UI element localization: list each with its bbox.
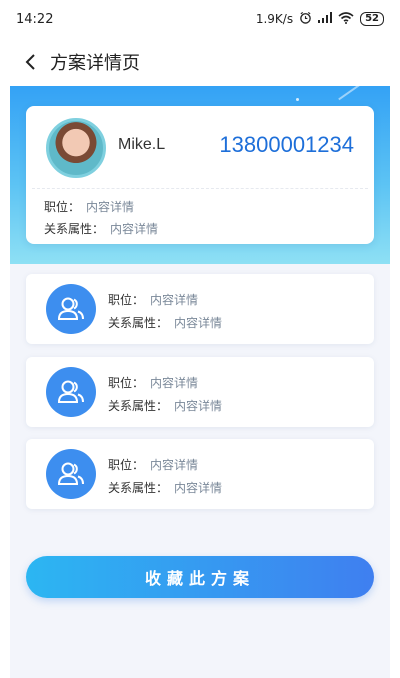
- profile-relation: 关系属性： 内容详情: [44, 220, 158, 237]
- users-icon: [46, 367, 96, 417]
- position-value: 内容详情: [150, 293, 199, 307]
- decorative-dot: [296, 98, 299, 101]
- relation-label: 关系属性：: [108, 399, 169, 413]
- member-card[interactable]: 职位： 内容详情 关系属性： 内容详情: [26, 274, 374, 344]
- position-label: 职位：: [108, 293, 145, 307]
- divider: [32, 188, 368, 189]
- battery-indicator: 52: [360, 12, 384, 26]
- position-value: 内容详情: [150, 458, 199, 472]
- user-name: Mike.L: [118, 136, 166, 153]
- avatar: [46, 118, 106, 178]
- relation-value: 内容详情: [174, 399, 223, 413]
- relation-label: 关系属性：: [108, 481, 169, 495]
- profile-position: 职位： 内容详情: [44, 198, 134, 215]
- profile-card: Mike.L 13800001234 职位： 内容详情 关系属性： 内容详情: [26, 106, 374, 244]
- position-label: 职位：: [108, 376, 145, 390]
- member-card[interactable]: 职位： 内容详情 关系属性： 内容详情: [26, 439, 374, 509]
- member-position: 职位： 内容详情: [108, 291, 198, 308]
- content-area: Mike.L 13800001234 职位： 内容详情 关系属性： 内容详情 职位：…: [10, 86, 390, 678]
- network-speed: 1.9K/s: [255, 12, 294, 26]
- position-value: 内容详情: [86, 200, 135, 214]
- alarm-icon: [299, 11, 312, 27]
- wifi-icon: [338, 11, 354, 27]
- member-relation: 关系属性： 内容详情: [108, 397, 222, 414]
- status-time: 14:22: [16, 11, 54, 27]
- favorite-plan-button[interactable]: 收藏此方案: [26, 556, 374, 598]
- relation-label: 关系属性：: [44, 222, 105, 236]
- member-relation: 关系属性： 内容详情: [108, 314, 222, 331]
- users-icon: [46, 449, 96, 499]
- user-phone[interactable]: 13800001234: [219, 132, 354, 158]
- signal-icon: [318, 12, 333, 26]
- member-relation: 关系属性： 内容详情: [108, 479, 222, 496]
- status-bar: 14:22 1.9K/s 52: [0, 0, 400, 38]
- member-position: 职位： 内容详情: [108, 374, 198, 391]
- member-position: 职位： 内容详情: [108, 456, 198, 473]
- chevron-left-icon[interactable]: [24, 52, 44, 72]
- position-label: 职位：: [108, 458, 145, 472]
- position-label: 职位：: [44, 200, 81, 214]
- relation-value: 内容详情: [174, 481, 223, 495]
- status-indicators: 1.9K/s 52: [256, 11, 384, 27]
- relation-value: 内容详情: [110, 222, 159, 236]
- users-icon: [46, 284, 96, 334]
- relation-value: 内容详情: [174, 316, 223, 330]
- position-value: 内容详情: [150, 376, 199, 390]
- nav-bar: 方案详情页: [0, 40, 400, 84]
- member-card[interactable]: 职位： 内容详情 关系属性： 内容详情: [26, 357, 374, 427]
- page-title: 方案详情页: [50, 53, 140, 74]
- relation-label: 关系属性：: [108, 316, 169, 330]
